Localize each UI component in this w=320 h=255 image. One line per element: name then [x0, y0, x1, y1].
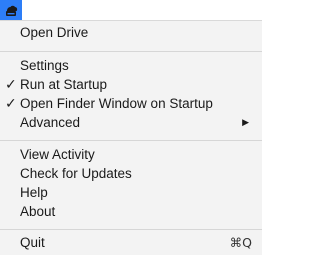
menu-item-open-finder-on-startup[interactable]: ✓ Open Finder Window on Startup: [0, 94, 262, 114]
menu-item-about[interactable]: About: [0, 202, 262, 222]
menu-item-settings[interactable]: Settings: [0, 56, 262, 76]
menu-separator: [0, 140, 262, 141]
menu-item-run-at-startup[interactable]: ✓ Run at Startup: [0, 75, 262, 95]
menu-item-check-for-updates[interactable]: Check for Updates: [0, 164, 262, 184]
menu-item-quit[interactable]: Quit ⌘Q: [0, 233, 262, 253]
dropdown-menu: Open Drive Settings ✓ Run at Startup ✓ O…: [0, 20, 262, 255]
about-label: About: [20, 204, 56, 219]
submenu-arrow-icon: ▶: [242, 118, 249, 128]
menu-item-view-activity[interactable]: View Activity: [0, 145, 262, 165]
view-activity-label: View Activity: [20, 147, 95, 162]
menu-item-open-drive[interactable]: Open Drive: [0, 23, 262, 43]
screen: Open Drive Settings ✓ Run at Startup ✓ O…: [0, 0, 262, 255]
help-label: Help: [20, 185, 48, 200]
cloud-drive-icon: [6, 5, 18, 16]
settings-label: Settings: [20, 58, 69, 73]
open-finder-on-startup-label: Open Finder Window on Startup: [20, 96, 213, 111]
quit-label: Quit: [20, 235, 45, 250]
advanced-label: Advanced: [20, 115, 81, 130]
quit-shortcut: ⌘Q: [229, 235, 252, 250]
menu-bar: [0, 0, 262, 20]
open-drive-label: Open Drive: [20, 25, 89, 40]
checkmark-icon: ✓: [5, 96, 17, 112]
menu-item-help[interactable]: Help: [0, 183, 262, 203]
checkmark-icon: ✓: [5, 77, 17, 93]
drive-status-icon[interactable]: [0, 0, 22, 20]
menu-separator: [0, 229, 262, 230]
check-for-updates-label: Check for Updates: [20, 166, 132, 181]
menu-separator: [0, 51, 262, 52]
menu-item-advanced[interactable]: Advanced ▶: [0, 113, 262, 133]
run-at-startup-label: Run at Startup: [20, 77, 108, 92]
